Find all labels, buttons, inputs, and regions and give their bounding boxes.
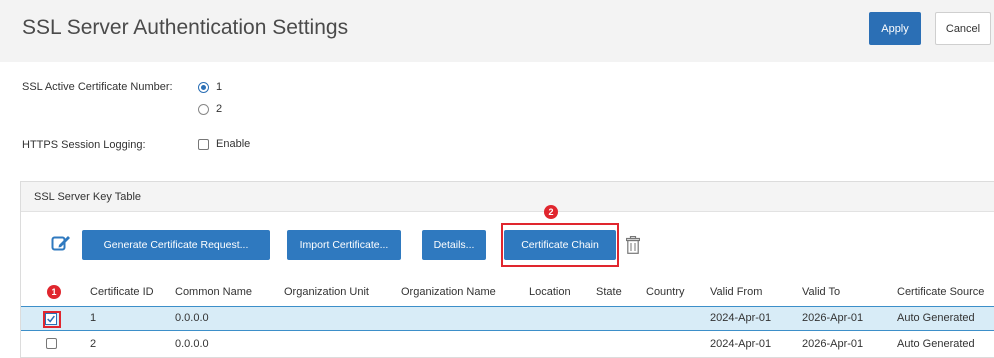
header-bar: SSL Server Authentication Settings Apply… (0, 0, 994, 62)
https-logging-enable-label: Enable (216, 138, 251, 150)
column-header-state: State (596, 286, 622, 298)
cert-1-radio[interactable] (198, 82, 209, 93)
column-header-certificate-id: Certificate ID (90, 286, 154, 298)
generate-certificate-request-button[interactable]: Generate Certificate Request... (82, 230, 270, 260)
row-1-common-name: 0.0.0.0 (175, 312, 209, 324)
row-1-checkbox[interactable] (45, 313, 57, 325)
column-header-valid-to: Valid To (802, 286, 841, 298)
step-1-badge: 1 (47, 285, 61, 299)
https-logging-label: HTTPS Session Logging: (22, 139, 146, 151)
row-1-certificate-source: Auto Generated (897, 312, 975, 324)
row-2-common-name: 0.0.0.0 (175, 338, 209, 350)
certificate-chain-highlight (501, 223, 619, 267)
active-cert-label: SSL Active Certificate Number: (22, 81, 173, 93)
row-2-certificate-id: 2 (90, 338, 97, 350)
row-2-certificate-source: Auto Generated (897, 338, 975, 350)
ssl-key-table-panel: SSL Server Key Table Generate Certificat… (20, 181, 994, 358)
column-header-organization-unit: Organization Unit (284, 286, 369, 298)
column-header-location: Location (529, 286, 571, 298)
row-2-valid-from: 2024-Apr-01 (710, 338, 772, 350)
column-header-certificate-source: Certificate Source (897, 286, 985, 298)
page-title: SSL Server Authentication Settings (22, 16, 349, 39)
column-header-organization-name: Organization Name (401, 286, 496, 298)
row-2-checkbox[interactable] (46, 338, 57, 349)
apply-button[interactable]: Apply (869, 12, 921, 45)
trash-icon[interactable] (626, 236, 640, 254)
row-1-valid-from: 2024-Apr-01 (710, 312, 772, 324)
https-logging-checkbox[interactable] (198, 139, 209, 150)
column-header-common-name: Common Name (175, 286, 253, 298)
cert-2-label: 2 (216, 103, 223, 115)
cancel-button[interactable]: Cancel (935, 12, 991, 45)
details-button[interactable]: Details... (422, 230, 486, 260)
cert-1-label: 1 (216, 81, 223, 93)
row-1-valid-to: 2026-Apr-01 (802, 312, 864, 324)
step-2-badge: 2 (544, 205, 558, 219)
cert-2-radio[interactable] (198, 104, 209, 115)
column-header-country: Country (646, 286, 685, 298)
panel-header: SSL Server Key Table (21, 182, 994, 212)
import-certificate-button[interactable]: Import Certificate... (287, 230, 401, 260)
edit-icon[interactable] (51, 234, 71, 252)
row-1-certificate-id: 1 (90, 312, 97, 324)
row-2-valid-to: 2026-Apr-01 (802, 338, 864, 350)
panel-title: SSL Server Key Table (34, 191, 142, 203)
column-header-valid-from: Valid From (710, 286, 763, 298)
